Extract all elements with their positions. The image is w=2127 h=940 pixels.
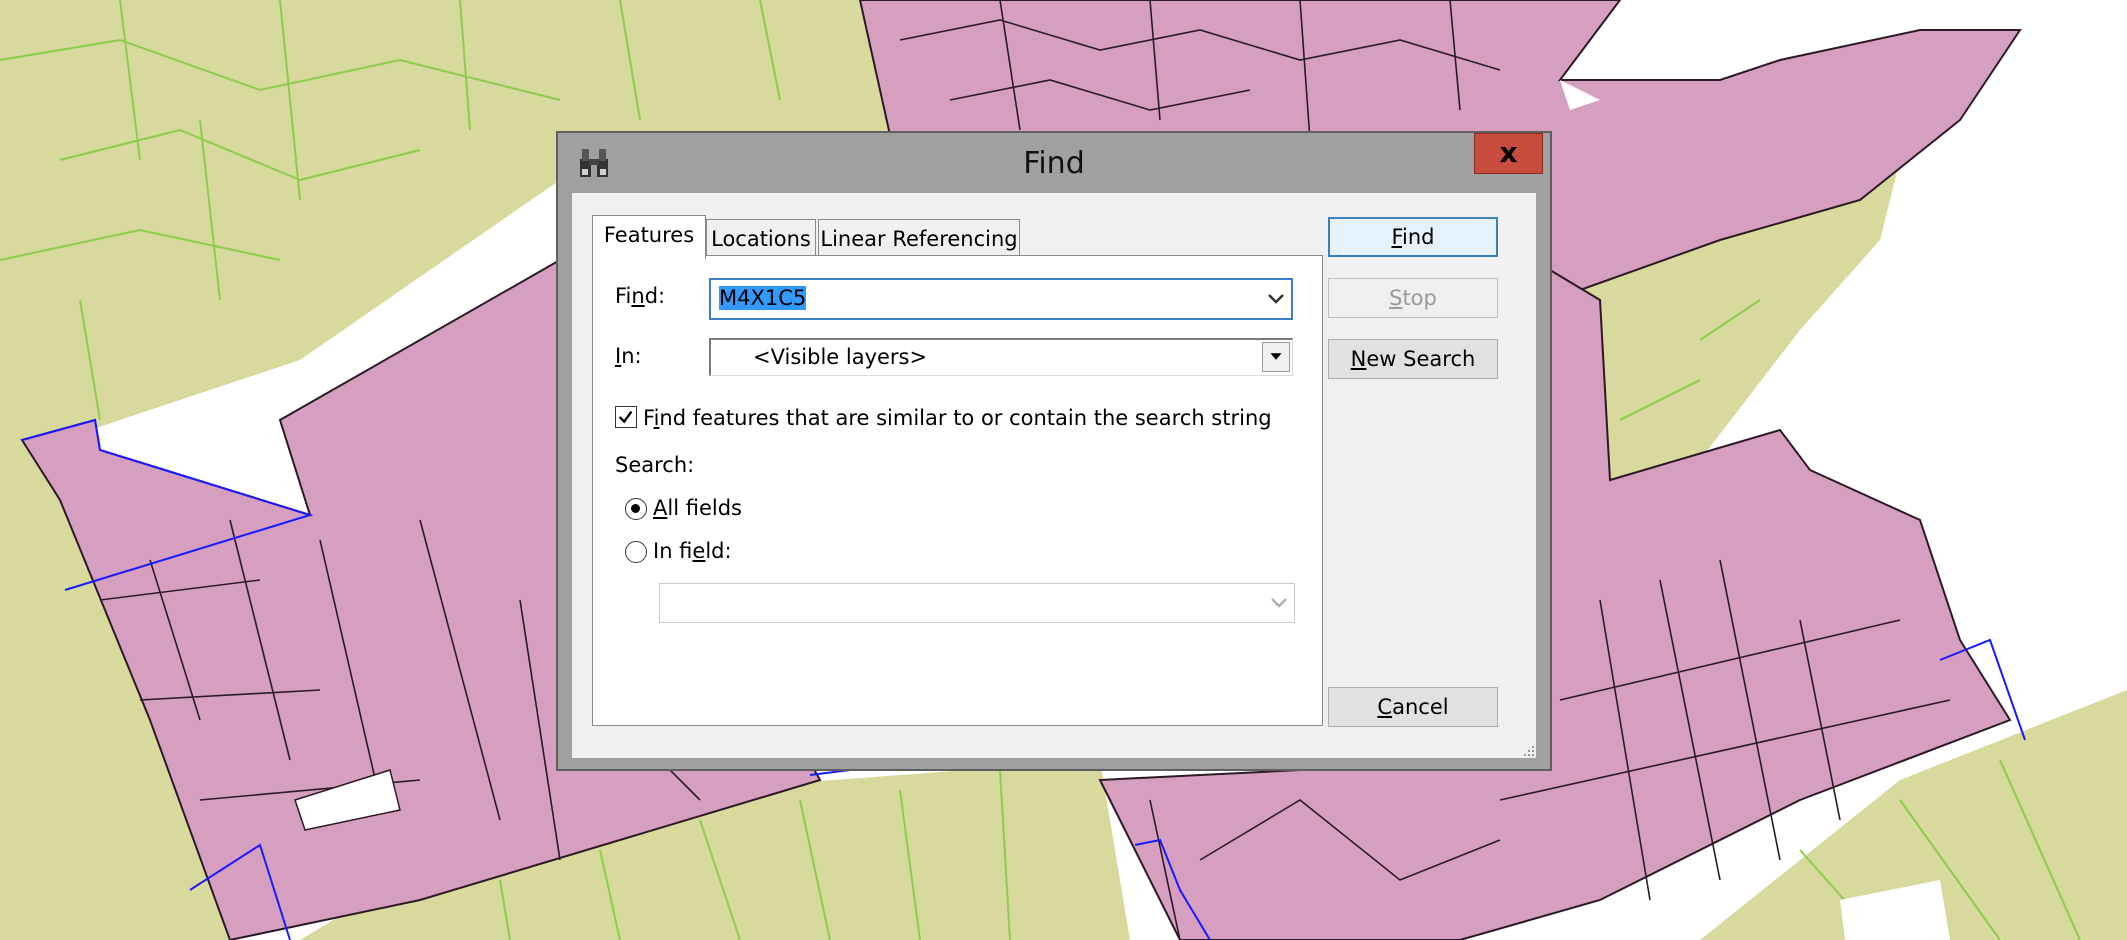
in-layer-value: <Visible layers> [753,345,928,369]
close-button[interactable]: x [1474,133,1543,174]
in-field-select [659,583,1295,623]
search-label: Search: [615,453,695,477]
tab-locations-label: Locations [711,227,811,251]
radio-in-field[interactable] [625,541,647,563]
radio-all-fields-label[interactable]: All fields [653,496,742,520]
dialog-client: Features Locations Linear Referencing Fi… [572,193,1536,758]
tab-linear-referencing-label: Linear Referencing [820,227,1018,251]
radio-in-field-label[interactable]: In field: [653,539,732,563]
in-layer-dropdown-button[interactable] [1262,342,1290,372]
new-search-button[interactable]: New Search [1328,339,1498,379]
caret-down-icon [1270,353,1282,360]
radio-dot [631,504,640,513]
similar-checkbox[interactable] [615,406,637,428]
dialog-title: Find [1023,146,1085,181]
find-label: Find: [615,284,666,308]
dialog-titlebar[interactable]: Find x [558,133,1550,193]
tab-locations[interactable]: Locations [706,219,816,259]
tab-features[interactable]: Features [592,215,706,259]
find-dialog: Find x Features Locations Linear Referen… [556,131,1552,771]
chevron-down-icon[interactable] [1261,280,1291,318]
stop-button[interactable]: Stop [1328,278,1498,318]
in-layer-select[interactable]: <Visible layers> [709,338,1293,376]
similar-checkbox-label[interactable]: Find features that are similar to or con… [643,406,1272,430]
chevron-down-icon [1271,598,1287,608]
tab-linear-referencing[interactable]: Linear Referencing [818,219,1020,259]
tab-features-label: Features [603,223,695,247]
radio-all-fields[interactable] [625,498,647,520]
find-input-value: M4X1C5 [719,286,807,310]
close-icon: x [1499,136,1518,169]
cancel-button[interactable]: Cancel [1328,687,1498,727]
find-input[interactable]: M4X1C5 [709,278,1293,320]
find-button[interactable]: Find [1328,217,1498,257]
checkmark-icon [618,410,633,424]
in-label: In: [615,344,642,368]
features-panel: Find: M4X1C5 In: <Visible layers> Find f… [592,255,1323,726]
resize-grip-icon[interactable] [1520,742,1536,758]
